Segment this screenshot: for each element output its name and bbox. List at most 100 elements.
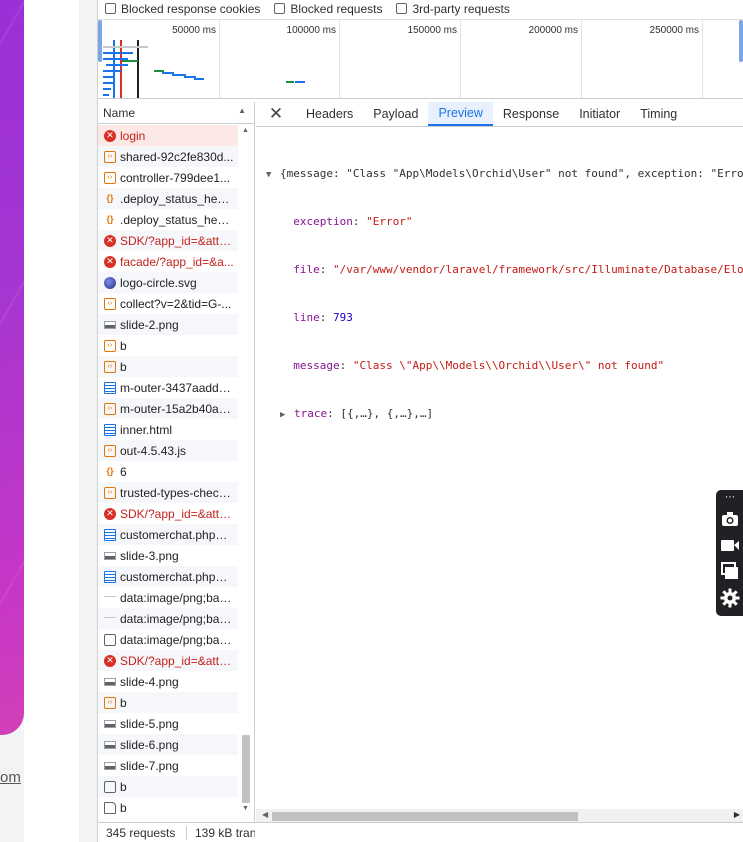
request-row[interactable]: ‹› b [98, 692, 238, 713]
error-icon: ✕ [104, 255, 116, 268]
blocked-requests-checkbox[interactable]: Blocked requests [274, 2, 382, 16]
checkbox-icon[interactable] [105, 3, 116, 14]
page-link-fragment[interactable]: om [0, 769, 21, 786]
checkbox-icon[interactable] [274, 3, 286, 14]
request-row[interactable]: {} .deploy_status_hens... [98, 209, 238, 230]
close-icon[interactable]: ✕ [256, 102, 296, 126]
overview-bar [103, 88, 111, 90]
tab-timing[interactable]: Timing [630, 102, 687, 126]
third-party-checkbox[interactable]: 3rd-party requests [396, 2, 510, 16]
script-icon: {} [106, 466, 114, 476]
request-name: data:image/png;bas... [120, 590, 234, 605]
overview-bar [103, 94, 109, 96]
json-string-value: "/var/www/vendor/laravel/framework/src/I… [333, 263, 743, 276]
horizontal-scrollbar-thumb[interactable] [272, 812, 578, 821]
json-array-summary: [{,…}, {,…},…] [340, 407, 434, 420]
request-row[interactable]: ‹› m-outer-15a2b40a0... [98, 398, 238, 419]
request-row[interactable]: data:image/png;bas... [98, 629, 238, 650]
file-icon [104, 801, 116, 814]
checkbox-icon[interactable] [396, 3, 408, 14]
request-row[interactable]: ✕ SDK/?app_id=&attri... [98, 650, 238, 671]
document-icon [104, 528, 116, 541]
request-details: ✕ Headers Payload Preview Response Initi… [256, 102, 743, 822]
collapsed-triangle-icon[interactable]: ▶ [280, 407, 294, 423]
request-name: collect?v=2&tid=G-... [120, 296, 232, 311]
request-count: 345 requests [106, 825, 176, 840]
overview-bar [103, 52, 133, 54]
request-row[interactable]: ✕ SDK/?app_id=&attri... [98, 503, 238, 524]
sort-up-icon[interactable]: ▲ [238, 106, 246, 115]
scroll-up-icon[interactable]: ▲ [242, 127, 249, 134]
request-row[interactable]: slide-4.png [98, 671, 238, 692]
scrollbar-thumb[interactable] [242, 735, 250, 803]
request-row[interactable]: ✕ facade/?app_id=&a... [98, 251, 238, 272]
json-trace-line[interactable]: ▶ trace: [{,…}, {,…},…] [266, 406, 743, 422]
camera-icon[interactable] [719, 508, 741, 530]
image-icon [104, 320, 116, 329]
overview-bar [103, 46, 148, 48]
tab-preview[interactable]: Preview [428, 102, 493, 126]
gear-icon[interactable] [719, 587, 741, 609]
request-row[interactable]: slide-2.png [98, 314, 238, 335]
json-summary: {message: "Class "App\Models\Orchid\User… [280, 167, 743, 180]
overview-tick: 100000 ms [286, 25, 336, 36]
request-name: b [120, 695, 127, 710]
expanded-triangle-icon[interactable]: ▼ [266, 167, 280, 183]
request-row[interactable]: ‹› trusted-types-check... [98, 482, 238, 503]
name-column-header[interactable]: Name ▲ [98, 102, 254, 124]
request-row[interactable]: ✕ login [98, 125, 238, 146]
floating-toolbar: ⋯ [716, 490, 743, 616]
image-icon [104, 719, 116, 728]
scroll-right-icon[interactable]: ▶ [734, 810, 740, 819]
request-list-scrollbar[interactable]: ▲ ▼ [238, 125, 254, 821]
request-row[interactable]: m-outer-3437aaddc... [98, 377, 238, 398]
request-row[interactable]: slide-3.png [98, 545, 238, 566]
request-name: b [120, 359, 127, 374]
tab-initiator[interactable]: Initiator [569, 102, 630, 126]
overview-left-handle[interactable] [98, 20, 102, 62]
request-row[interactable]: ‹› b [98, 356, 238, 377]
request-row[interactable]: slide-7.png [98, 755, 238, 776]
request-name: .deploy_status_hens... [120, 191, 234, 206]
windows-icon[interactable] [719, 560, 741, 582]
request-row[interactable]: customerchat.php?a... [98, 566, 238, 587]
request-row[interactable]: data:image/png;bas... [98, 608, 238, 629]
request-row[interactable]: customerchat.php?a... [98, 524, 238, 545]
json-root-line[interactable]: ▼ {message: "Class "App\Models\Orchid\Use… [266, 166, 743, 182]
document-icon [104, 423, 116, 436]
request-row[interactable]: b [98, 797, 238, 818]
tab-payload[interactable]: Payload [363, 102, 428, 126]
overview-right-handle[interactable] [739, 20, 743, 62]
request-row[interactable]: slide-6.png [98, 734, 238, 755]
request-row[interactable]: {} .deploy_status_hens... [98, 188, 238, 209]
blocked-cookies-checkbox[interactable]: Blocked response cookies [105, 2, 260, 16]
json-key: exception [293, 215, 353, 228]
request-row[interactable]: {} 6 [98, 461, 238, 482]
scroll-down-icon[interactable]: ▼ [242, 805, 249, 812]
error-icon: ✕ [104, 654, 116, 667]
request-row[interactable]: ‹› controller-799dee1... [98, 167, 238, 188]
xhr-icon: ‹› [104, 402, 116, 415]
request-name: customerchat.php?a... [120, 527, 234, 542]
horizontal-scrollbar[interactable]: ◀ ▶ [256, 809, 743, 822]
request-row[interactable]: ‹› b [98, 335, 238, 356]
request-row[interactable]: ‹› collect?v=2&tid=G-... [98, 293, 238, 314]
request-row[interactable]: logo-circle.svg [98, 272, 238, 293]
request-row[interactable]: ✕ SDK/?app_id=&attri... [98, 230, 238, 251]
timeline-overview[interactable]: 50000 ms 100000 ms 150000 ms 200000 ms 2… [98, 19, 743, 99]
video-icon[interactable] [719, 534, 741, 556]
overview-tick: 150000 ms [407, 25, 457, 36]
overview-tick: 50000 ms [172, 25, 216, 36]
request-name: m-outer-3437aaddc... [120, 380, 234, 395]
tab-response[interactable]: Response [493, 102, 569, 126]
overview-divider [702, 20, 703, 98]
tab-headers[interactable]: Headers [296, 102, 363, 126]
request-row[interactable]: ‹› out-4.5.43.js [98, 440, 238, 461]
request-row[interactable]: inner.html [98, 419, 238, 440]
request-row[interactable]: ‹› shared-92c2fe830d... [98, 146, 238, 167]
request-row[interactable]: slide-5.png [98, 713, 238, 734]
scroll-left-icon[interactable]: ◀ [262, 810, 268, 819]
request-row[interactable]: b [98, 776, 238, 797]
request-row[interactable]: data:image/png;bas... [98, 587, 238, 608]
image-icon [104, 551, 116, 560]
